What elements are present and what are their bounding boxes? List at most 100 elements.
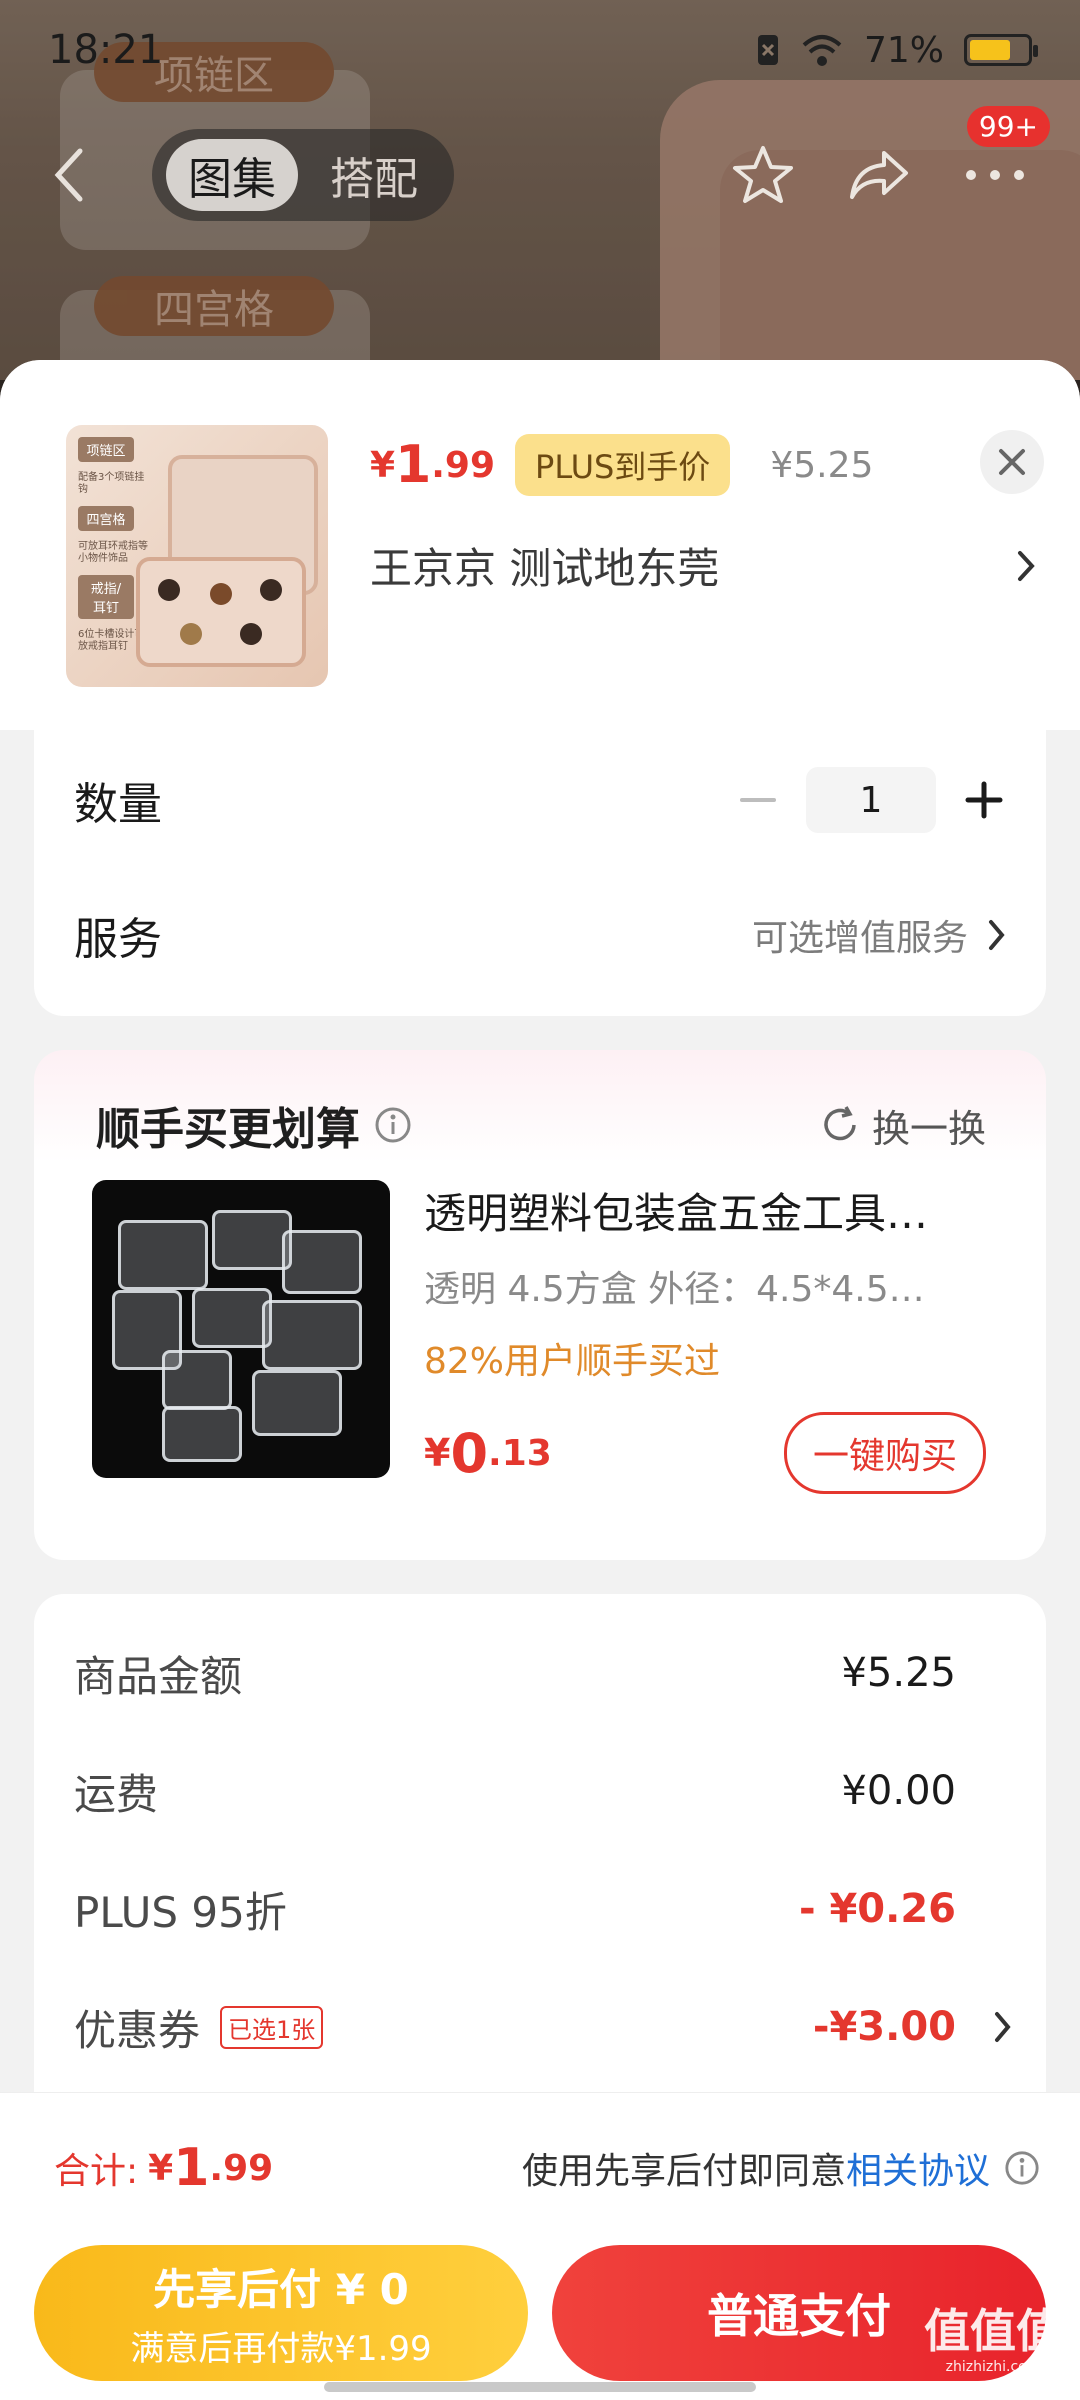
summary-value: - ¥0.26 [798,1886,956,1932]
agreement-link[interactable]: 相关协议 [846,2151,990,2192]
total-symbol: ¥ [148,2147,174,2189]
addon-title: 顺手买更划算 [96,1104,360,1155]
plastic-box [192,1288,272,1348]
watermark: 值值值 zhizhizhi.com [924,2308,1062,2374]
addon-product-image[interactable] [92,1180,390,1478]
addon-price-symbol: ¥ [424,1431,451,1475]
one-click-buy-button[interactable]: 一键购买 [783,1412,986,1494]
agreement: 使用先享后付即同意相关协议 [522,2142,1040,2194]
more-icon [966,170,1024,180]
share-icon [850,151,908,199]
chevron-left-icon [54,148,83,202]
summary-row-coupon[interactable]: 优惠券 已选1张 -¥3.00 [34,1968,1046,2086]
swap-button[interactable]: 换一换 [820,1098,986,1153]
address-row[interactable]: 王京京 测试地东莞 [370,535,1040,596]
total-row: 合计: ¥ 1 .99 使用先享后付即同意相关协议 [0,2093,1080,2243]
thumb-dot [158,579,180,601]
addon-recommendation-card: 顺手买更划算 换一换 透明塑料包装盒五金工具… 透明 4.5方盒 外径：4.5*… [34,1050,1046,1560]
thumb-tag: 四宫格 [78,506,134,531]
thumb-note: 可放耳环戒指等小物件饰品 [78,541,148,564]
quantity-stepper: 1 [736,767,1006,833]
home-indicator[interactable] [324,2382,756,2392]
watermark-sub: zhizhizhi.com [945,2359,1041,2375]
thumb-tag: 项链区 [78,437,134,462]
coupon-selected-tag: 已选1张 [220,2005,324,2049]
payment-buttons: 先享后付 ¥ 0 满意后再付款¥1.99 普通支付 [0,2245,1080,2381]
thumb-dot [260,579,282,601]
summary-label: 商品金额 [74,1651,243,1701]
addon-header: 顺手买更划算 换一换 [34,1050,1046,1160]
info-icon[interactable] [1004,2150,1040,2186]
price-summary-card: 商品金额 ¥5.25 运费 ¥0.00 PLUS 95折 - ¥0.26 优惠券… [34,1594,1046,2154]
summary-value: ¥5.25 [841,1650,956,1696]
quantity-input[interactable]: 1 [806,767,936,833]
minus-button[interactable] [736,778,780,822]
quantity-row: 数量 1 [34,730,1046,870]
close-button[interactable] [980,430,1044,494]
quantity-label: 数量 [74,779,162,830]
wifi-icon [802,35,842,66]
close-icon [999,449,1025,475]
summary-label: 优惠券 [74,2005,201,2055]
plus-button[interactable] [962,778,1006,822]
summary-value: -¥3.00 [812,2004,956,2050]
pay-later-button[interactable]: 先享后付 ¥ 0 满意后再付款¥1.99 [34,2245,528,2381]
thumb-tag: 戒指/耳钉 [78,575,134,619]
summary-row-shipping: 运费 ¥0.00 [34,1732,1046,1850]
addon-price-integer: 0 [450,1421,489,1485]
status-icons: 71% [756,29,1038,71]
price-decimal: .99 [431,444,496,486]
service-value: 可选增值服务 [752,909,1006,961]
product-info: ¥ 1 .99 PLUS到手价 ¥5.25 王京京 测试地东莞 [370,425,1040,730]
summary-row-goods: 商品金额 ¥5.25 [34,1614,1046,1732]
total-label: 合计: [54,2151,139,2192]
summary-label: 运费 [74,1769,159,1819]
plastic-box [118,1220,208,1290]
watermark-text: 值值值 [924,2304,1062,2358]
addon-price-row: ¥ 0 .13 一键购买 [424,1412,986,1494]
sim-icon [757,35,778,65]
price-row: ¥ 1 .99 PLUS到手价 ¥5.25 [370,425,1040,505]
thumb-note: 配备3个项链挂钩 [78,472,145,495]
addon-popularity: 82%用户顺手买过 [424,1341,721,1382]
addon-info: 透明塑料包装盒五金工具… 透明 4.5方盒 外径：4.5*4.5… 82%用户顺… [424,1180,986,1494]
pay-later-subtitle: 满意后再付款¥1.99 [130,2329,432,2369]
address-text: 王京京 测试地东莞 [370,544,720,593]
service-row[interactable]: 服务 可选增值服务 [34,870,1046,1000]
battery-percent: 71% [863,29,944,71]
more-button[interactable] [960,140,1030,210]
thumb-jewelry-box-tray [136,557,306,667]
addon-item: 透明塑料包装盒五金工具… 透明 4.5方盒 外径：4.5*4.5… 82%用户顺… [34,1160,1046,1494]
battery-icon [964,34,1038,66]
addon-product-name[interactable]: 透明塑料包装盒五金工具… [424,1180,986,1240]
plastic-box [262,1300,362,1370]
tab-match[interactable]: 搭配 [308,139,440,211]
pay-later-title: 先享后付 ¥ 0 [153,2265,409,2314]
refresh-icon [824,1106,856,1141]
price-integer: 1 [395,435,432,495]
chevron-right-icon [995,2012,1011,2042]
addon-price-decimal: .13 [488,1432,552,1474]
checkout-bar: 合计: ¥ 1 .99 使用先享后付即同意相关协议 先享后付 ¥ 0 满意后再付… [0,2092,1080,2400]
tab-gallery[interactable]: 图集 [166,139,298,211]
quantity-service-card: 数量 1 服务 可选增值服务 [34,730,1046,1016]
addon-product-spec: 透明 4.5方盒 外径：4.5*4.5… [424,1269,925,1310]
share-button[interactable] [844,140,914,210]
thumb-dot [210,583,232,605]
chevron-right-icon [1018,550,1035,581]
original-price: ¥5.25 [770,444,874,486]
product-header: 项链区 配备3个项链挂钩 四宫格 可放耳环戒指等小物件饰品 戒指/耳钉 6位卡槽… [0,360,1080,730]
thumb-dot [180,623,202,645]
summary-label: PLUS 95折 [74,1887,287,1937]
summary-row-plus-discount: PLUS 95折 - ¥0.26 [34,1850,1046,1968]
total-decimal: .99 [209,2147,274,2189]
plastic-box [162,1406,242,1462]
product-thumbnail[interactable]: 项链区 配备3个项链挂钩 四宫格 可放耳环戒指等小物件饰品 戒指/耳钉 6位卡槽… [66,425,328,687]
plastic-box [162,1350,232,1410]
thumb-dot [240,623,262,645]
favorite-button[interactable] [728,140,798,210]
service-label: 服务 [74,914,162,965]
info-icon[interactable] [374,1106,412,1144]
back-button[interactable] [50,130,110,220]
plastic-box [212,1210,292,1270]
